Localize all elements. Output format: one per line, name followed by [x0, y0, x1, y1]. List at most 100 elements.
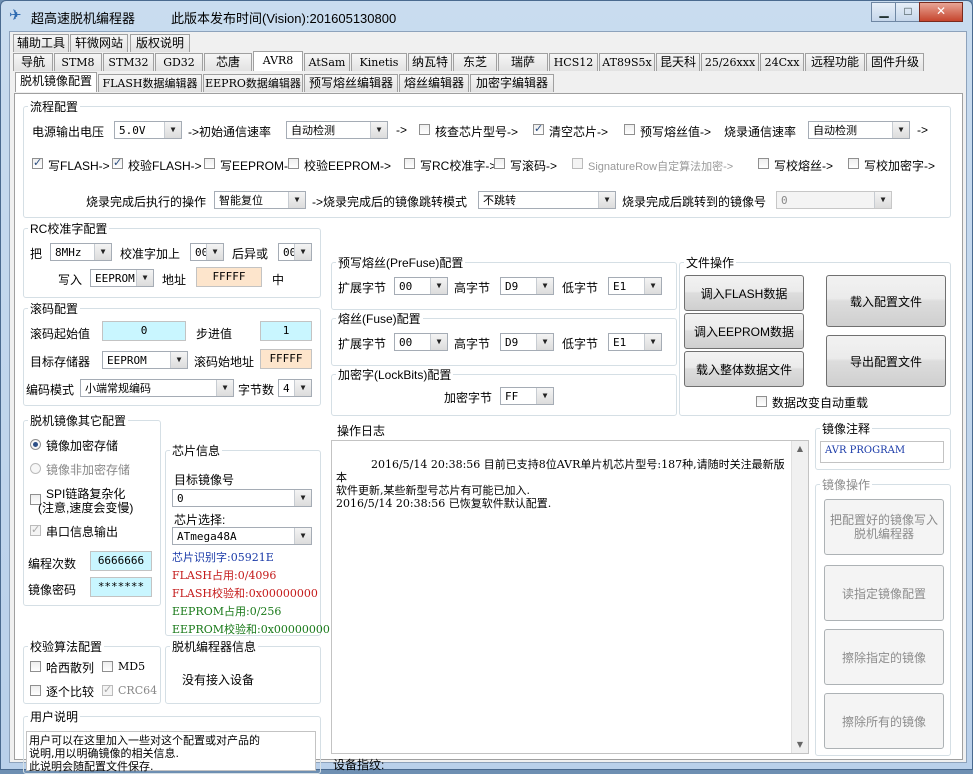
pwd-field[interactable]: *******: [90, 577, 152, 597]
maximize-icon[interactable]: □: [895, 2, 921, 22]
load-eeprom-button[interactable]: 调入EEPROM数据: [684, 313, 804, 349]
erase-image-button[interactable]: 擦除指定的镜像: [824, 629, 944, 685]
noenc-store-radio[interactable]: [30, 463, 41, 474]
tab-copyright[interactable]: 版权说明: [130, 34, 190, 52]
lockbits-select[interactable]: FF ▼: [500, 387, 554, 405]
crc64-checkbox[interactable]: ✓: [102, 685, 113, 696]
clear-chip-checkbox[interactable]: ✓: [533, 124, 544, 135]
init-speed-select[interactable]: 自动检测 ▼: [286, 121, 388, 139]
rc-xor-select[interactable]: 00 ▼: [278, 243, 312, 261]
load-config-button[interactable]: 载入配置文件: [826, 275, 946, 327]
write-rc-checkbox[interactable]: [404, 158, 415, 169]
tab-eeprom-editor[interactable]: EEPRO数据编辑器: [203, 74, 303, 92]
scroll-up-icon[interactable]: ▲: [792, 441, 808, 457]
minimize-icon[interactable]: ▁: [871, 2, 897, 22]
export-config-button[interactable]: 导出配置文件: [826, 335, 946, 387]
tab-flash-editor[interactable]: FLASH数据编辑器: [98, 74, 202, 92]
chevron-down-icon: ▼: [598, 192, 615, 208]
rc-add-select[interactable]: 00 ▼: [190, 243, 224, 261]
tab-kinetis[interactable]: Kinetis: [351, 53, 407, 71]
prefuse-high-select[interactable]: D9 ▼: [500, 277, 554, 295]
write-image-button[interactable]: 把配置好的镜像写入 脱机编程器: [824, 499, 944, 555]
tab-gd32[interactable]: GD32: [155, 53, 203, 71]
tab-stm32[interactable]: STM32: [103, 53, 154, 71]
jump-mode-select[interactable]: 不跳转 ▼: [478, 191, 616, 209]
tab-fuse-editor[interactable]: 熔丝编辑器: [399, 74, 469, 92]
prog-count-field[interactable]: 6666666: [90, 551, 152, 571]
tab-tools[interactable]: 辅助工具: [13, 34, 69, 52]
voltage-select[interactable]: 5.0V ▼: [114, 121, 182, 139]
tab-prefuse-editor[interactable]: 预写熔丝编辑器: [304, 74, 398, 92]
load-flash-button[interactable]: 调入FLASH数据: [684, 275, 804, 311]
write-eeprom-checkbox[interactable]: [204, 158, 215, 169]
log-scrollbar[interactable]: ▲ ▼: [791, 441, 808, 753]
each-compare-checkbox[interactable]: [30, 685, 41, 696]
tab-stm8[interactable]: STM8: [54, 53, 102, 71]
fuse-ext-select[interactable]: 00 ▼: [394, 333, 448, 351]
burn-speed-select[interactable]: 自动检测 ▼: [808, 121, 910, 139]
tab-atsam[interactable]: AtSam: [304, 53, 350, 71]
jump-target-select[interactable]: 0 ▼: [776, 191, 892, 209]
rolling-addr-field[interactable]: FFFFF: [260, 349, 312, 369]
tab-hcs12[interactable]: HCS12: [549, 53, 598, 71]
check-chip-checkbox[interactable]: [419, 124, 430, 135]
image-note-field[interactable]: AVR PROGRAM: [820, 441, 944, 463]
rc-addr-field[interactable]: FFFFF: [196, 267, 262, 287]
rolling-start-label: 滚码起始值: [30, 327, 91, 341]
serial-output-checkbox[interactable]: ✓: [30, 525, 41, 536]
tab-avr8[interactable]: AVR8: [253, 51, 303, 71]
hash-checkbox[interactable]: [30, 661, 41, 672]
fuse-low-select[interactable]: E1 ▼: [608, 333, 662, 351]
verify-flash-checkbox[interactable]: ✓: [112, 158, 123, 169]
md5-checkbox[interactable]: [102, 661, 113, 672]
read-image-button[interactable]: 读指定镜像配置: [824, 565, 944, 621]
app-window: ✈ 超高速脱机编程器 此版本发布时间(Vision):201605130800 …: [0, 0, 973, 774]
tab-offline-image-config[interactable]: 脱机镜像配置: [15, 72, 97, 92]
write-lock-checkbox[interactable]: [848, 158, 859, 169]
prewrite-fuse-checkbox[interactable]: [624, 124, 635, 135]
tab-firmware[interactable]: 固件升级: [866, 53, 924, 71]
enc-store-radio[interactable]: [30, 439, 41, 450]
load-all-button[interactable]: 载入整体数据文件: [684, 351, 804, 387]
rolling-step-field[interactable]: 1: [260, 321, 312, 341]
tab-lock-editor[interactable]: 加密字编辑器: [470, 74, 554, 92]
tab-kuntianke[interactable]: 昆天科: [656, 53, 700, 71]
auto-reload-checkbox[interactable]: [756, 396, 767, 407]
tab-nuvoton[interactable]: 纳瓦特: [408, 53, 452, 71]
tab-renesas[interactable]: 瑞萨: [498, 53, 548, 71]
tab-at89s5x[interactable]: AT89S5x: [599, 53, 655, 71]
tab-website[interactable]: 轩微网站: [70, 34, 128, 52]
user-note-textarea[interactable]: 用户可以在这里加入一些对这个配置或对产品的 说明,用以明确镜像的相关信息. 此说…: [26, 731, 316, 773]
erase-all-images-button[interactable]: 擦除所有的镜像: [824, 693, 944, 749]
prefuse-low-select[interactable]: E1 ▼: [608, 277, 662, 295]
target-image-select[interactable]: 0 ▼: [172, 489, 312, 507]
tab-24cxx[interactable]: 24Cxx: [760, 53, 804, 71]
chip-select[interactable]: ATmega48A ▼: [172, 527, 312, 545]
verify-eeprom-label: 校验EEPROM->: [304, 159, 392, 173]
each-compare-label: 逐个比较: [46, 685, 95, 699]
write-verify-fuse-checkbox[interactable]: [758, 158, 769, 169]
close-icon[interactable]: ✕: [919, 2, 963, 22]
rc-freq-select[interactable]: 8MHz ▼: [50, 243, 112, 261]
scroll-down-icon[interactable]: ▼: [792, 737, 808, 753]
rc-target-select[interactable]: EEPROM ▼: [90, 269, 154, 287]
tab-remote[interactable]: 远程功能: [805, 53, 865, 71]
rolling-start-field[interactable]: 0: [102, 321, 186, 341]
rolling-mode-select[interactable]: 小端常规编码 ▼: [80, 379, 234, 397]
after-burn-select[interactable]: 智能复位 ▼: [214, 191, 306, 209]
clear-chip-label: 清空芯片->: [549, 125, 609, 139]
rolling-bytes-select[interactable]: 4 ▼: [278, 379, 312, 397]
sigrow-checkbox[interactable]: [572, 158, 583, 169]
tab-nav[interactable]: 导航: [13, 53, 53, 71]
fuse-high-select[interactable]: D9 ▼: [500, 333, 554, 351]
prefuse-ext-select[interactable]: 00 ▼: [394, 277, 448, 295]
chevron-down-icon: ▼: [164, 122, 181, 138]
tab-xintang[interactable]: 芯唐: [204, 53, 252, 71]
write-rolling-checkbox[interactable]: [494, 158, 505, 169]
tab-toshiba[interactable]: 东芝: [453, 53, 497, 71]
write-flash-checkbox[interactable]: ✓: [32, 158, 43, 169]
rolling-mode-label: 编码模式: [26, 383, 75, 397]
rolling-target-select[interactable]: EEPROM ▼: [102, 351, 188, 369]
verify-eeprom-checkbox[interactable]: [288, 158, 299, 169]
tab-25-26xxx[interactable]: 25/26xxx: [701, 53, 759, 71]
